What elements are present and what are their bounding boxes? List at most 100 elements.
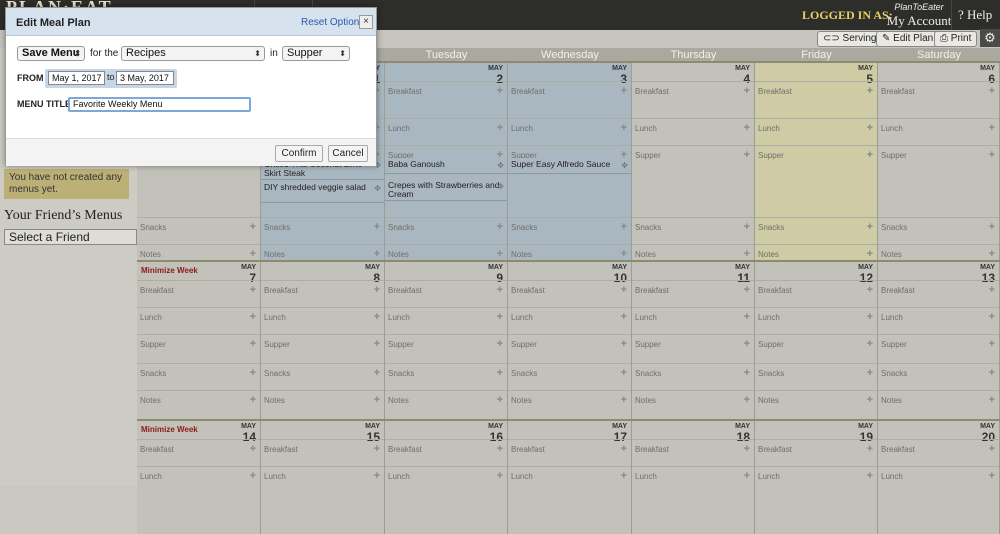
add-meal-icon[interactable]: + xyxy=(621,311,627,323)
add-meal-icon[interactable]: + xyxy=(374,367,380,379)
add-meal-icon[interactable]: + xyxy=(497,394,503,406)
add-meal-icon[interactable]: + xyxy=(744,338,750,350)
add-meal-icon[interactable]: + xyxy=(250,311,256,323)
menu-title-input[interactable]: Favorite Weekly Menu xyxy=(68,97,251,112)
add-meal-icon[interactable]: + xyxy=(744,221,750,233)
move-icon[interactable]: ✥ xyxy=(621,161,628,170)
add-meal-icon[interactable]: + xyxy=(744,367,750,379)
add-meal-icon[interactable]: + xyxy=(744,248,750,260)
add-meal-icon[interactable]: + xyxy=(621,221,627,233)
recipe-item[interactable]: Super Easy Alfredo Sauce ✥ xyxy=(508,158,631,174)
from-date-input[interactable]: May 1, 2017 xyxy=(48,71,105,85)
gear-icon[interactable]: ⚙ xyxy=(980,29,1000,47)
cancel-button[interactable]: Cancel xyxy=(328,145,368,162)
add-meal-icon[interactable]: + xyxy=(250,443,256,455)
add-meal-icon[interactable]: + xyxy=(989,221,995,233)
add-meal-icon[interactable]: + xyxy=(989,470,995,482)
meal-select[interactable]: Supper ⬍ xyxy=(282,46,350,61)
add-meal-icon[interactable]: + xyxy=(621,248,627,260)
my-account-link[interactable]: PlanToEater My Account xyxy=(886,2,952,28)
recipe-item[interactable]: Baba Ganoush ✥ xyxy=(385,158,507,174)
add-meal-icon[interactable]: + xyxy=(497,284,503,296)
add-meal-icon[interactable]: + xyxy=(867,394,873,406)
add-meal-icon[interactable]: + xyxy=(250,394,256,406)
confirm-button[interactable]: Confirm xyxy=(275,145,323,162)
help-link[interactable]: ? Help xyxy=(958,7,992,23)
add-meal-icon[interactable]: + xyxy=(989,311,995,323)
action-select[interactable]: Save Menu ⬍ xyxy=(17,46,85,61)
add-meal-icon[interactable]: + xyxy=(497,221,503,233)
minimize-week-link[interactable]: Minimize Week xyxy=(141,425,198,434)
add-meal-icon[interactable]: + xyxy=(989,149,995,161)
close-icon[interactable]: × xyxy=(359,15,373,29)
add-meal-icon[interactable]: + xyxy=(867,470,873,482)
add-meal-icon[interactable]: + xyxy=(989,394,995,406)
add-meal-icon[interactable]: + xyxy=(497,311,503,323)
add-meal-icon[interactable]: + xyxy=(744,85,750,97)
add-meal-icon[interactable]: + xyxy=(621,394,627,406)
add-meal-icon[interactable]: + xyxy=(867,311,873,323)
add-meal-icon[interactable]: + xyxy=(989,122,995,134)
reset-options-link[interactable]: Reset Options xyxy=(301,17,364,28)
add-meal-icon[interactable]: + xyxy=(621,122,627,134)
add-meal-icon[interactable]: + xyxy=(497,470,503,482)
print-button[interactable]: ⎙ Print xyxy=(934,31,978,47)
add-meal-icon[interactable]: + xyxy=(744,284,750,296)
add-meal-icon[interactable]: + xyxy=(374,284,380,296)
add-meal-icon[interactable]: + xyxy=(250,367,256,379)
add-meal-icon[interactable]: + xyxy=(989,284,995,296)
add-meal-icon[interactable]: + xyxy=(621,338,627,350)
add-meal-icon[interactable]: + xyxy=(744,311,750,323)
minimize-week-link[interactable]: Minimize Week xyxy=(141,266,198,275)
add-meal-icon[interactable]: + xyxy=(867,367,873,379)
add-meal-icon[interactable]: + xyxy=(250,470,256,482)
add-meal-icon[interactable]: + xyxy=(744,122,750,134)
add-meal-icon[interactable]: + xyxy=(374,470,380,482)
recipe-item[interactable]: DIY shredded veggie salad ✥ xyxy=(261,181,384,203)
add-meal-icon[interactable]: + xyxy=(867,122,873,134)
add-meal-icon[interactable]: + xyxy=(744,470,750,482)
add-meal-icon[interactable]: + xyxy=(621,367,627,379)
add-meal-icon[interactable]: + xyxy=(621,284,627,296)
move-icon[interactable]: ✥ xyxy=(374,184,381,193)
add-meal-icon[interactable]: + xyxy=(989,443,995,455)
move-icon[interactable]: ✥ xyxy=(497,161,504,170)
to-date-input[interactable]: 3 May, 2017 xyxy=(116,71,174,85)
add-meal-icon[interactable]: + xyxy=(621,470,627,482)
edit-plan-button[interactable]: ✎ Edit Plan xyxy=(876,31,940,47)
add-meal-icon[interactable]: + xyxy=(374,338,380,350)
add-meal-icon[interactable]: + xyxy=(374,221,380,233)
add-meal-icon[interactable]: + xyxy=(867,443,873,455)
recipe-item[interactable]: Crepes with Strawberries and Cream ✥ xyxy=(385,179,507,201)
add-meal-icon[interactable]: + xyxy=(374,248,380,260)
add-meal-icon[interactable]: + xyxy=(374,443,380,455)
add-meal-icon[interactable]: + xyxy=(497,122,503,134)
add-meal-icon[interactable]: + xyxy=(497,443,503,455)
add-meal-icon[interactable]: + xyxy=(989,338,995,350)
move-icon[interactable]: ✥ xyxy=(497,182,504,191)
add-meal-icon[interactable]: + xyxy=(867,284,873,296)
add-meal-icon[interactable]: + xyxy=(744,443,750,455)
add-meal-icon[interactable]: + xyxy=(867,149,873,161)
category-select[interactable]: Recipes ⬍ xyxy=(121,46,265,61)
add-meal-icon[interactable]: + xyxy=(867,221,873,233)
add-meal-icon[interactable]: + xyxy=(497,338,503,350)
friend-select[interactable]: Select a Friend xyxy=(4,229,137,245)
add-meal-icon[interactable]: + xyxy=(989,248,995,260)
add-meal-icon[interactable]: + xyxy=(989,85,995,97)
add-meal-icon[interactable]: + xyxy=(250,338,256,350)
add-meal-icon[interactable]: + xyxy=(497,85,503,97)
add-meal-icon[interactable]: + xyxy=(250,248,256,260)
add-meal-icon[interactable]: + xyxy=(497,248,503,260)
add-meal-icon[interactable]: + xyxy=(497,367,503,379)
add-meal-icon[interactable]: + xyxy=(867,338,873,350)
add-meal-icon[interactable]: + xyxy=(621,443,627,455)
add-meal-icon[interactable]: + xyxy=(250,221,256,233)
add-meal-icon[interactable]: + xyxy=(989,367,995,379)
add-meal-icon[interactable]: + xyxy=(374,394,380,406)
add-meal-icon[interactable]: + xyxy=(621,85,627,97)
add-meal-icon[interactable]: + xyxy=(250,284,256,296)
add-meal-icon[interactable]: + xyxy=(744,394,750,406)
add-meal-icon[interactable]: + xyxy=(374,311,380,323)
add-meal-icon[interactable]: + xyxy=(867,248,873,260)
